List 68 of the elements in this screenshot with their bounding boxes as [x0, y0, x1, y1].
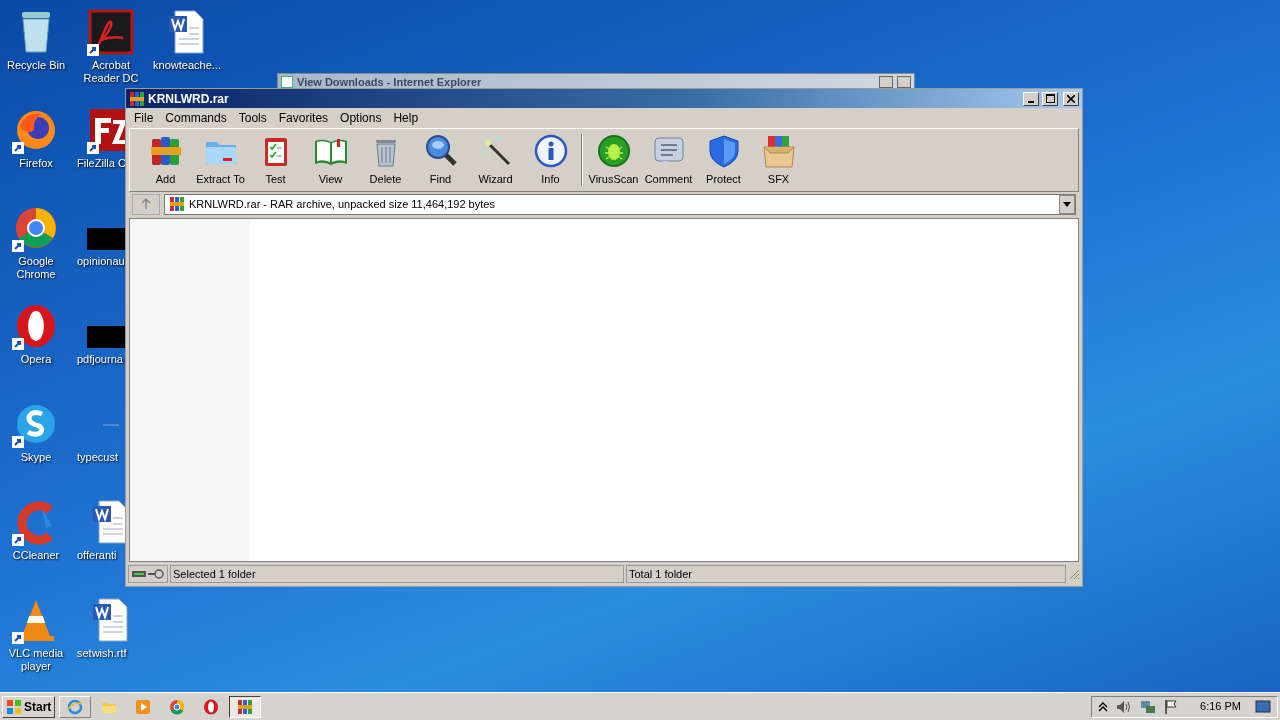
icon-label[interactable]: Skype: [0, 451, 73, 464]
start-button[interactable]: Start: [2, 695, 56, 718]
toolbar-button[interactable]: Comment: [641, 131, 696, 189]
toolbar-button[interactable]: Find: [413, 131, 468, 189]
filezilla-icon[interactable]: [87, 106, 125, 154]
icon-label[interactable]: Google Chrome: [0, 255, 73, 281]
menu-item[interactable]: Commands: [159, 109, 233, 127]
show-desktop-icon[interactable]: [1255, 699, 1271, 714]
toolbar-button[interactable]: Delete: [358, 131, 413, 189]
acrobat-icon[interactable]: [87, 8, 135, 56]
flag-icon[interactable]: [1164, 698, 1179, 715]
menu-item[interactable]: Help: [387, 109, 425, 127]
icon-label[interactable]: pdfjourna: [77, 353, 123, 366]
ie-icon: [67, 698, 84, 715]
icon-label[interactable]: offeranti: [77, 549, 117, 562]
icon-label[interactable]: FileZilla C: [77, 157, 126, 170]
media-player-icon: [135, 698, 152, 715]
chevron-up-icon[interactable]: [1098, 700, 1109, 713]
info-icon: [532, 132, 569, 169]
close-icon: [1067, 94, 1075, 103]
rar-archive-icon: [237, 698, 254, 715]
path-field[interactable]: KRNLWRD.rar - RAR archive, unpacked size 11,464,192 bytes: [164, 193, 1076, 215]
icon-label[interactable]: Recycle Bin: [0, 59, 73, 72]
resize-grip-icon[interactable]: [1068, 568, 1080, 580]
icon-label[interactable]: VLC media player: [0, 647, 73, 673]
icon-label[interactable]: knowteache...: [150, 59, 224, 72]
opera-icon: [203, 698, 220, 715]
toolbar-button[interactable]: Add: [138, 131, 193, 189]
toolbar-button[interactable]: SFX: [751, 131, 806, 189]
menu-item[interactable]: Options: [334, 109, 388, 127]
caret-icon: [1063, 201, 1071, 207]
toolbar-button[interactable]: Test: [248, 131, 303, 189]
bug-icon: [595, 132, 632, 169]
rar-archive-icon: [129, 90, 145, 107]
drive-key-icon: [131, 569, 165, 579]
toolbar-button[interactable]: View: [303, 131, 358, 189]
menu-item[interactable]: File: [128, 109, 160, 127]
status-text: Total 1 folder: [626, 565, 1066, 583]
maximize-icon: [1045, 94, 1055, 103]
icon-label[interactable]: setwish.rtf: [77, 647, 127, 660]
status-text: Selected 1 folder: [170, 565, 624, 583]
icon-label[interactable]: Acrobat Reader DC: [74, 59, 148, 85]
clock: 6:16 PM: [1200, 699, 1241, 715]
taskbar-button[interactable]: [229, 695, 262, 718]
toolbar-button[interactable]: Wizard: [468, 131, 523, 189]
icon-label[interactable]: Opera: [0, 353, 73, 366]
icon-label[interactable]: Firefox: [0, 157, 73, 170]
toolbar-button[interactable]: VirusScan: [586, 131, 641, 189]
menu-item[interactable]: Favorites: [272, 109, 335, 127]
icon-label[interactable]: opinionau: [77, 255, 125, 268]
rar-archive-icon: [169, 196, 185, 212]
windows-logo-icon: [6, 698, 22, 715]
minimize-button[interactable]: [1023, 91, 1039, 106]
toolbar-button[interactable]: Extract To: [193, 131, 248, 189]
window-title: View Downloads - Internet Explorer: [297, 74, 482, 90]
menu-item[interactable]: Tools: [232, 109, 273, 127]
ie-icon: [281, 76, 293, 88]
icon-label[interactable]: typecust: [77, 451, 118, 464]
toolbar-button[interactable]: Protect: [696, 131, 751, 189]
chrome-icon: [169, 698, 186, 715]
network-icon[interactable]: [1140, 698, 1157, 715]
speaker-icon[interactable]: [1116, 699, 1133, 714]
dropdown-button[interactable]: [1059, 194, 1075, 214]
toolbar-button[interactable]: Info: [523, 131, 578, 189]
icon-label[interactable]: CCleaner: [0, 549, 73, 562]
window-title: KRNLWRD.rar: [148, 90, 229, 108]
minimize-icon: [1028, 100, 1034, 103]
up-arrow-icon: [140, 198, 152, 210]
